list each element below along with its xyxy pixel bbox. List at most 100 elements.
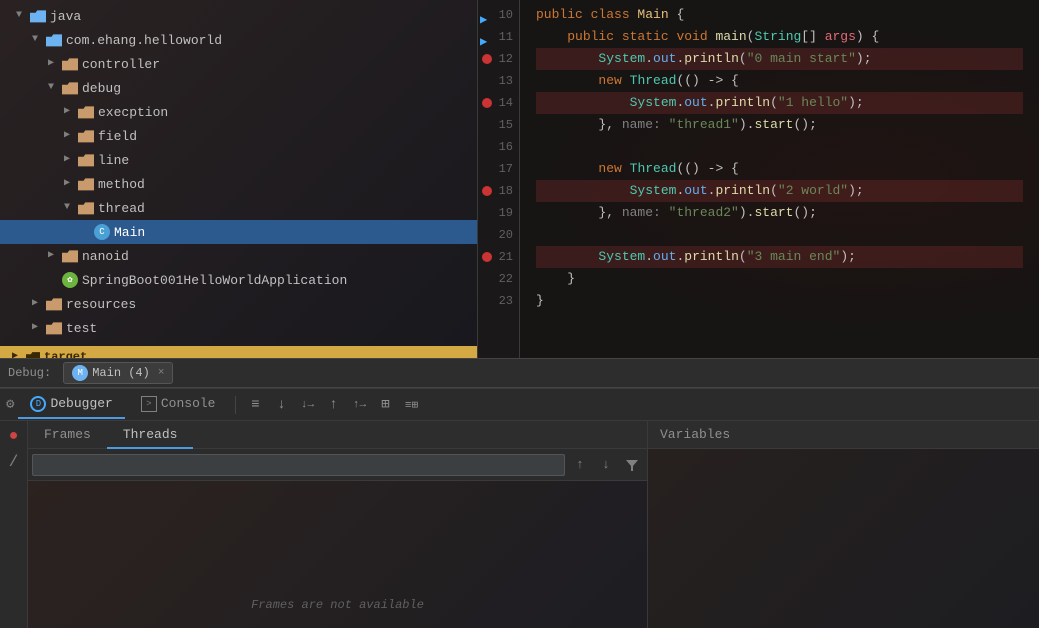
folder-icon-method [78, 176, 94, 192]
frames-tab-label: Frames [44, 427, 91, 442]
tab-threads[interactable]: Threads [107, 421, 194, 449]
toolbar-separator [235, 396, 236, 414]
arrow-java [12, 9, 26, 23]
line-17: 17 [478, 158, 519, 180]
tree-item-controller[interactable]: controller [0, 52, 477, 76]
gear-icon[interactable]: ⚙ [6, 396, 14, 413]
arrow-nanoid [44, 249, 58, 263]
btn-evaluate[interactable]: ⊞ [374, 394, 396, 416]
code-line-15: }, name: "thread1").start(); [536, 114, 1023, 136]
mute-btn[interactable]: / [3, 451, 25, 473]
folder-icon-thread [78, 200, 94, 216]
breakpoint-toggle-btn[interactable]: ● [3, 425, 25, 447]
line-11: ▶ 11 [478, 26, 519, 48]
tree-item-line[interactable]: line [0, 148, 477, 172]
tree-label-main: Main [114, 225, 145, 240]
tree-label-java: java [50, 9, 81, 24]
arrow-debug [44, 81, 58, 95]
arrow-com [28, 33, 42, 47]
code-lines: public class Main { public static void m… [520, 0, 1039, 358]
frames-dropdown[interactable] [32, 454, 565, 476]
tree-label-debug: debug [82, 81, 121, 96]
tab-frames[interactable]: Frames [28, 421, 107, 449]
debug-session-close[interactable]: × [158, 367, 165, 379]
tree-label-field: field [98, 129, 137, 144]
bottom-content: ● / Frames Threads ↑ ↓ [0, 421, 1039, 628]
line-22: 22 [478, 268, 519, 290]
breakpoint-21 [482, 252, 492, 262]
tree-label-execption: execption [98, 105, 168, 120]
tree-item-com[interactable]: com.ehang.helloworld [0, 28, 477, 52]
folder-icon-java [30, 8, 46, 24]
filter-up-btn[interactable]: ↑ [569, 454, 591, 476]
arrow-field [60, 129, 74, 143]
tree-item-field[interactable]: field [0, 124, 477, 148]
tab-debugger[interactable]: D Debugger [18, 391, 124, 419]
line-20: 20 [478, 224, 519, 246]
frames-filter-row: ↑ ↓ [28, 449, 647, 481]
arrow-resources [28, 297, 42, 311]
variables-panel: Variables [648, 421, 1039, 628]
filter-down-btn[interactable]: ↓ [595, 454, 617, 476]
line-numbers: ▶ 10 ▶ 11 12 13 14 [478, 0, 520, 358]
tree-item-main[interactable]: C Main [0, 220, 477, 244]
console-tab-label: Console [161, 390, 216, 418]
btn-run-cursor[interactable]: ↑→ [348, 394, 370, 416]
tree-item-test[interactable]: test [0, 316, 477, 340]
folder-icon-field [78, 128, 94, 144]
frames-body: Frames are not available [28, 481, 647, 628]
target-bar[interactable]: target [0, 346, 477, 358]
tree-label-thread: thread [98, 201, 145, 216]
code-line-13: new Thread(() -> { [536, 70, 1023, 92]
arrow-controller [44, 57, 58, 71]
tree-item-execption[interactable]: execption [0, 100, 477, 124]
variables-header: Variables [648, 421, 1039, 449]
folder-icon-target [26, 350, 40, 358]
variables-bg [648, 449, 1039, 628]
tab-console[interactable]: > Console [129, 391, 228, 419]
folder-icon-nanoid [62, 248, 78, 264]
folder-icon-test [46, 320, 62, 336]
tree-item-debug[interactable]: debug [0, 76, 477, 100]
tree-item-nanoid[interactable]: nanoid [0, 244, 477, 268]
arrow-execption [60, 105, 74, 119]
line-16: 16 [478, 136, 519, 158]
tree-item-java[interactable]: java [0, 4, 477, 28]
bottom-panel: ⚙ D Debugger > Console ≡ ↓ ↓→ ↑ ↑→ ⊞ ≡⊞ … [0, 388, 1039, 628]
btn-list[interactable]: ≡ [244, 394, 266, 416]
folder-icon-resources [46, 296, 62, 312]
tree-item-resources[interactable]: resources [0, 292, 477, 316]
code-line-12: System.out.println("0 main start"); [536, 48, 1023, 70]
folder-icon-execption [78, 104, 94, 120]
tree-item-springboot[interactable]: ✿ SpringBoot001HelloWorldApplication [0, 268, 477, 292]
folder-icon-controller [62, 56, 78, 72]
btn-step-out[interactable]: ↑ [322, 394, 344, 416]
line-10: ▶ 10 [478, 4, 519, 26]
code-line-18: System.out.println("2 world"); [536, 180, 1023, 202]
breakpoint-12 [482, 54, 492, 64]
btn-step-into[interactable]: ↓→ [296, 394, 318, 416]
target-bar-label: target [44, 350, 87, 358]
line-18: 18 [478, 180, 519, 202]
tree-label-springboot: SpringBoot001HelloWorldApplication [82, 273, 347, 288]
btn-step-over[interactable]: ↓ [270, 394, 292, 416]
code-line-14: System.out.println("1 hello"); [536, 92, 1023, 114]
line-23: 23 [478, 290, 519, 312]
breakpoint-18 [482, 186, 492, 196]
main-session-icon: M [72, 365, 88, 381]
left-debug-strip: ● / [0, 421, 28, 628]
filter-btn[interactable] [621, 454, 643, 476]
tree-item-thread[interactable]: thread [0, 196, 477, 220]
debug-session-tab[interactable]: M Main (4) × [63, 362, 173, 384]
btn-more[interactable]: ≡⊞ [400, 394, 422, 416]
tree-label-resources: resources [66, 297, 136, 312]
code-line-20 [536, 224, 1023, 246]
tree-item-method[interactable]: method [0, 172, 477, 196]
line-14: 14 [478, 92, 519, 114]
folder-icon-debug [62, 80, 78, 96]
code-line-23: } [536, 290, 1023, 312]
debug-label: Debug: [8, 366, 51, 380]
debug-bar: Debug: M Main (4) × [0, 358, 1039, 388]
code-line-19: }, name: "thread2").start(); [536, 202, 1023, 224]
bottom-toolbar: ⚙ D Debugger > Console ≡ ↓ ↓→ ↑ ↑→ ⊞ ≡⊞ [0, 389, 1039, 421]
